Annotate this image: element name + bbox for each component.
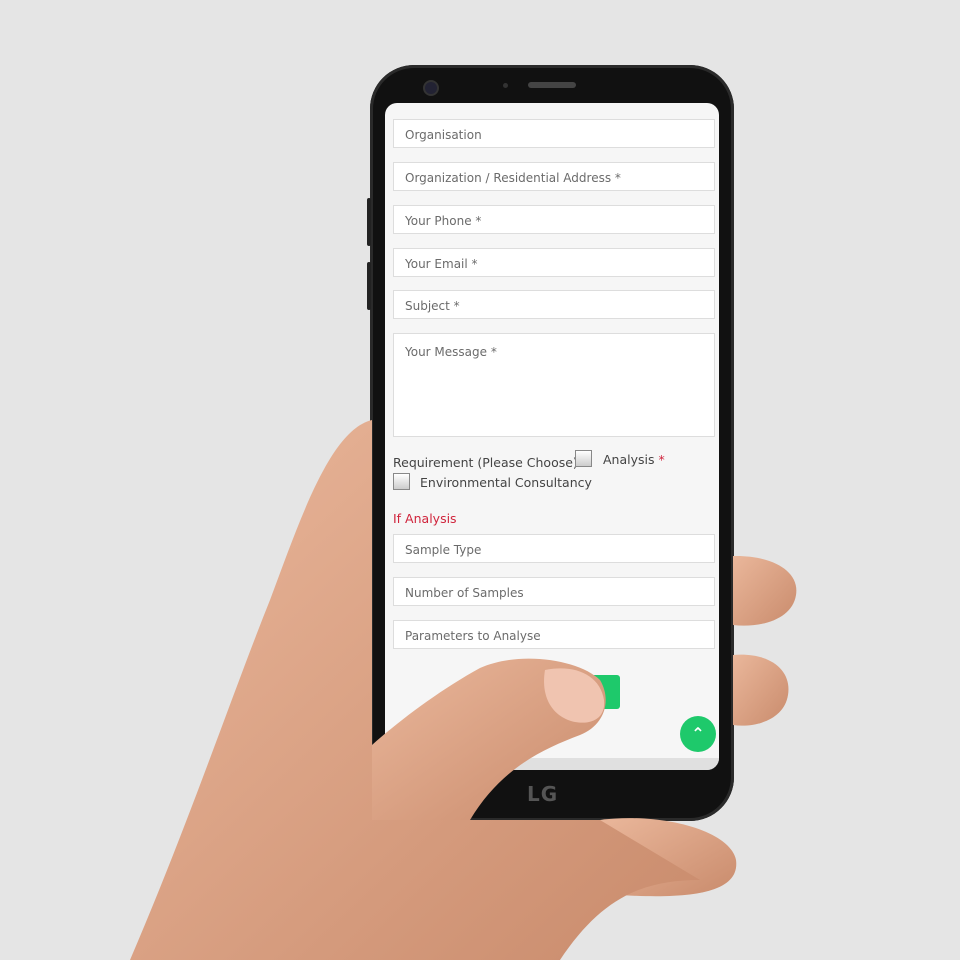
finger-2 [733,654,789,726]
analysis-label: Analysis [603,452,655,467]
required-mark: * [658,452,665,467]
message-textarea[interactable]: Your Message * [393,333,715,437]
sample-type-input[interactable]: Sample Type [393,534,715,563]
address-input[interactable]: Organization / Residential Address * [393,162,715,191]
number-of-samples-input[interactable]: Number of Samples [393,577,715,606]
brand-logo: LG [527,782,559,806]
camera-icon [423,80,439,96]
screen: Organisation Organization / Residential … [385,103,719,770]
analysis-checkbox[interactable] [575,450,592,467]
volume-down-button [367,262,371,310]
bottom-bar [385,758,719,770]
chevron-up-icon: ⌃ [691,724,705,743]
submit-button[interactable] [590,675,620,709]
subject-input[interactable]: Subject * [393,290,715,319]
environmental-consultancy-checkbox[interactable] [393,473,410,490]
phone-input[interactable]: Your Phone * [393,205,715,234]
parameters-input[interactable]: Parameters to Analyse [393,620,715,649]
organisation-input[interactable]: Organisation [393,119,715,148]
volume-up-button [367,198,371,246]
finger-1 [733,555,797,626]
sensor-icon [503,83,508,88]
analysis-option: Analysis * [603,452,665,467]
if-analysis-heading: If Analysis [393,511,457,526]
environmental-consultancy-label: Environmental Consultancy [420,475,592,490]
finger-3 [600,818,737,897]
requirement-label: Requirement (Please Choose) [393,455,578,470]
scroll-to-top-button[interactable]: ⌃ [680,716,716,752]
speaker-grille [528,82,576,88]
email-input[interactable]: Your Email * [393,248,715,277]
